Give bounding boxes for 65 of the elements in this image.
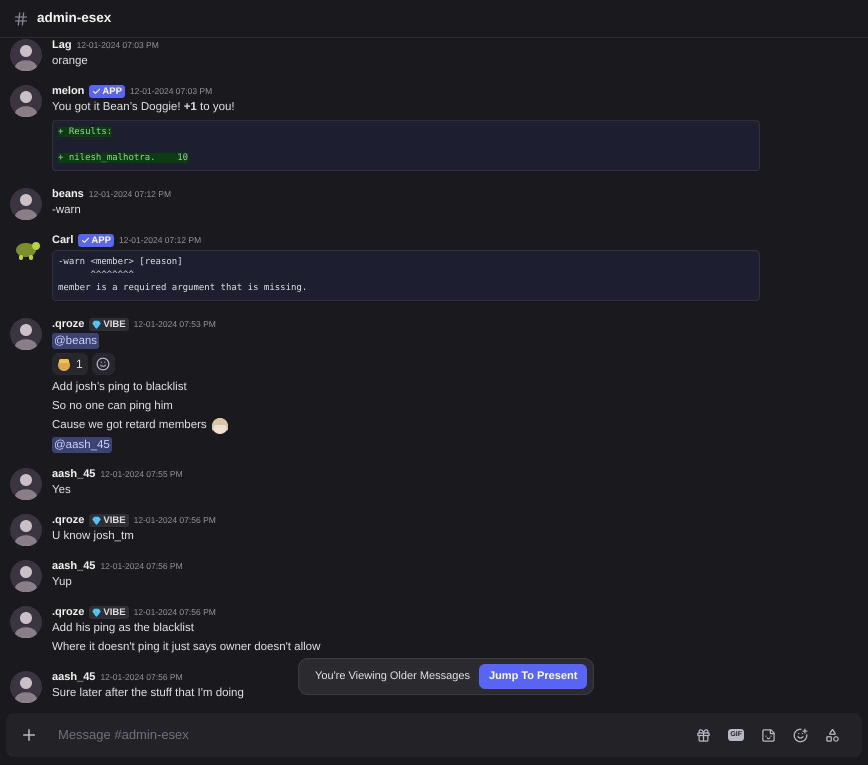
- role-badge: VIBE: [89, 514, 129, 526]
- avatar[interactable]: [10, 560, 42, 592]
- author-name[interactable]: beans: [52, 187, 84, 201]
- message-text: Add josh’s ping to blacklist: [52, 380, 187, 395]
- jump-to-present-button[interactable]: Jump To Present: [478, 664, 588, 689]
- avatar[interactable]: [10, 606, 42, 638]
- smile-icon: [96, 357, 110, 371]
- app-badge: APP: [89, 84, 125, 98]
- author-name[interactable]: .qroze: [52, 605, 84, 619]
- mention-link[interactable]: @aash_45: [52, 436, 112, 452]
- timestamp: 12-01-2024 07:56 PM: [100, 670, 183, 684]
- message-text: Cause we got retard members: [52, 418, 207, 433]
- author-name[interactable]: melon: [52, 84, 84, 98]
- timestamp: 12-01-2024 07:03 PM: [76, 38, 159, 52]
- author-name[interactable]: aash_45: [52, 467, 96, 481]
- avatar[interactable]: [10, 85, 42, 117]
- message-text: Sure later after the stuff that I'm doing: [52, 686, 244, 701]
- add-reaction-button[interactable]: [92, 353, 115, 375]
- author-name[interactable]: Carl: [52, 233, 74, 247]
- author-name[interactable]: aash_45: [52, 670, 96, 684]
- message-text: Yes: [52, 483, 71, 498]
- avatar[interactable]: [10, 514, 42, 546]
- gift-icon[interactable]: [696, 728, 712, 742]
- message-text: Yup: [52, 575, 72, 590]
- message-text: Add his ping as the blacklist: [52, 621, 194, 636]
- avatar[interactable]: [10, 39, 42, 71]
- timestamp: 12-01-2024 07:56 PM: [134, 606, 216, 618]
- mention-link[interactable]: @beans: [52, 332, 100, 348]
- emoji-icon: [57, 357, 71, 371]
- timestamp: 12-01-2024 07:03 PM: [130, 84, 212, 98]
- timestamp: 12-01-2024 07:56 PM: [100, 560, 183, 572]
- hash-icon: [13, 10, 29, 26]
- role-badge: VIBE: [89, 606, 129, 618]
- reaction-button[interactable]: 1: [52, 353, 88, 375]
- emoji-icon[interactable]: [793, 728, 808, 742]
- plus-icon[interactable]: [20, 726, 38, 744]
- channel-name: admin-esex: [37, 9, 112, 28]
- sticker-icon[interactable]: [761, 728, 776, 742]
- message-text: U know josh_tm: [52, 529, 134, 544]
- role-badge: VIBE: [89, 318, 129, 330]
- app-badge: APP: [78, 234, 114, 246]
- apps-icon[interactable]: [825, 728, 840, 742]
- timestamp: 12-01-2024 07:12 PM: [118, 234, 202, 246]
- timestamp: 12-01-2024 07:12 PM: [88, 188, 172, 200]
- input-placeholder: Message #admin-esex: [58, 726, 190, 744]
- author-name[interactable]: .qroze: [52, 513, 84, 527]
- timestamp: 12-01-2024 07:56 PM: [134, 514, 216, 526]
- code-line: member is a required argument that is missing.: [58, 283, 308, 293]
- code-line: ^^^^^^^^: [90, 270, 134, 280]
- message-text: Where it doesn't ping it just says owner doesn't allow: [52, 640, 320, 655]
- avatar[interactable]: [10, 188, 42, 220]
- older-messages-text: You're Viewing Older Messages: [315, 669, 470, 684]
- avatar[interactable]: [10, 318, 42, 350]
- code-line: -warn <member> [reason]: [58, 257, 183, 267]
- avatar[interactable]: [10, 468, 42, 500]
- message-text: So no one can ping him: [52, 399, 173, 414]
- timestamp: 12-01-2024 07:55 PM: [100, 468, 183, 480]
- author-name[interactable]: .qroze: [52, 317, 84, 331]
- author-name[interactable]: aash_45: [52, 559, 96, 573]
- message-text: -warn: [52, 203, 81, 218]
- author-name[interactable]: Lag: [52, 38, 72, 52]
- message-text: You got it Bean’s Doggie! +1 to you!: [52, 100, 235, 115]
- avatar[interactable]: [10, 671, 42, 703]
- message-text: orange: [52, 54, 88, 69]
- timestamp: 12-01-2024 07:53 PM: [134, 318, 216, 330]
